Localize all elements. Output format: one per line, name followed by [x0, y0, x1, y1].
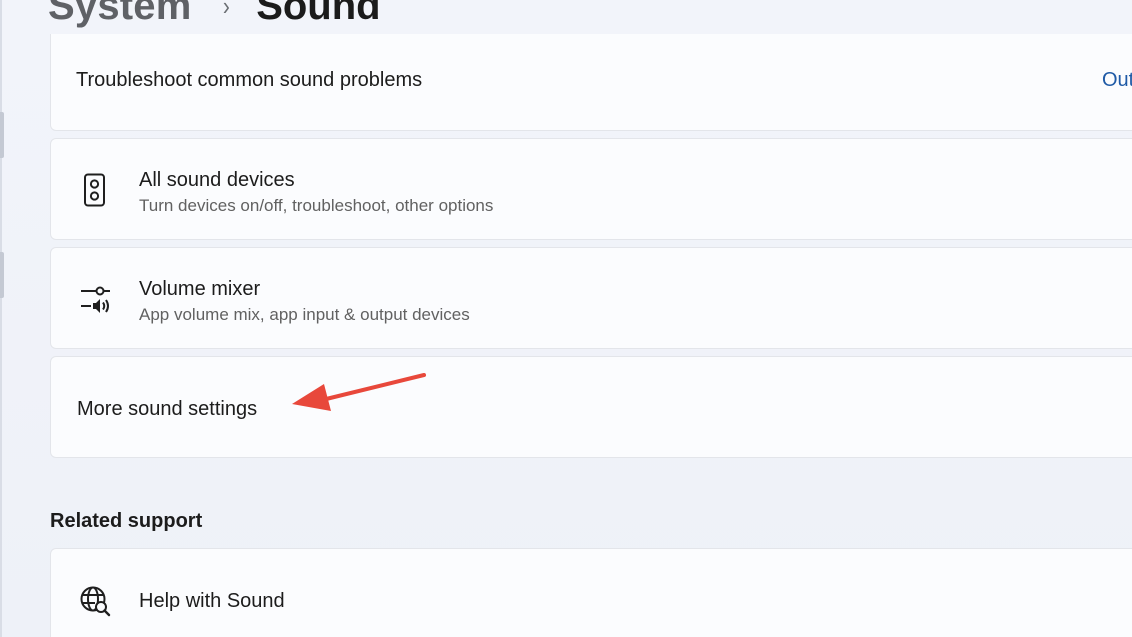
volume-mixer-title: Volume mixer: [139, 278, 261, 300]
breadcrumb-parent[interactable]: System: [48, 0, 192, 29]
help-with-sound-card[interactable]: Help with Sound: [50, 548, 1132, 637]
nav-pane-edge: [0, 0, 2, 637]
troubleshoot-output-link[interactable]: Out: [1102, 69, 1132, 92]
page-title: Sound: [256, 0, 381, 28]
troubleshoot-label: Troubleshoot common sound problems: [76, 69, 423, 91]
speaker-icon: [84, 173, 105, 207]
all-sound-devices-card[interactable]: All sound devices Turn devices on/off, t…: [50, 138, 1132, 240]
breadcrumb-separator-icon: ›: [222, 0, 230, 21]
all-sound-devices-subtitle: Turn devices on/off, troubleshoot, other…: [139, 196, 494, 215]
volume-mixer-subtitle: App volume mix, app input & output devic…: [139, 305, 470, 324]
help-with-sound-title: Help with Sound: [139, 590, 285, 612]
more-sound-settings-title: More sound settings: [77, 398, 258, 420]
more-sound-settings-card[interactable]: More sound settings: [50, 356, 1132, 458]
breadcrumb: System › Sound: [48, 0, 381, 34]
troubleshoot-card[interactable]: Troubleshoot common sound problems Out: [50, 34, 1132, 131]
related-support-header: Related support: [50, 510, 203, 532]
volume-mixer-card[interactable]: Volume mixer App volume mix, app input &…: [50, 247, 1132, 349]
globe-search-icon: [80, 586, 111, 617]
nav-indicator: [0, 252, 4, 298]
volume-mixer-icon: [81, 286, 110, 313]
nav-indicator: [0, 112, 4, 158]
settings-window: System › Sound Troubleshoot common sound…: [0, 0, 1132, 637]
all-sound-devices-title: All sound devices: [139, 169, 295, 191]
